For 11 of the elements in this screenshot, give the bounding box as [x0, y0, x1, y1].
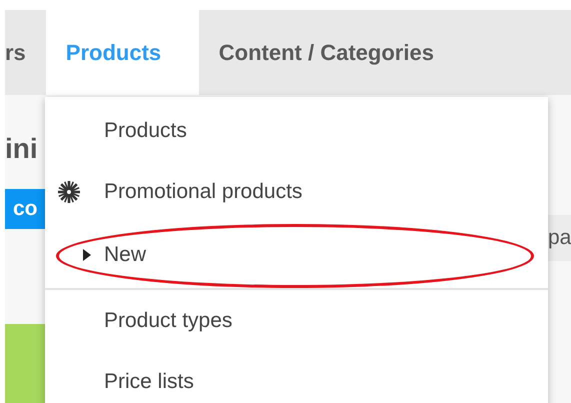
nav-tab[interactable]: rs: [5, 10, 46, 95]
page-heading: ini: [5, 133, 39, 165]
caret-icon: [83, 249, 91, 261]
star-burst-icon: [57, 180, 81, 204]
menu-item[interactable]: Promotional products: [45, 161, 548, 222]
table-header: pa: [548, 215, 571, 261]
menu-item[interactable]: Product types: [45, 290, 548, 351]
menu-item[interactable]: Price lists: [45, 351, 548, 403]
nav-tab[interactable]: Content / Categories: [198, 10, 454, 95]
menu-item[interactable]: New: [45, 222, 548, 290]
menu-item[interactable]: Products: [45, 100, 548, 161]
